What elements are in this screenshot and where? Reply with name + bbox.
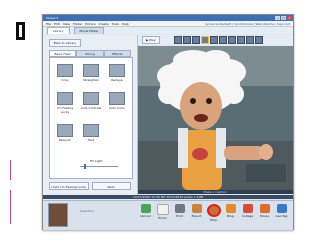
retouch-tool[interactable]: Retouch bbox=[53, 124, 77, 146]
redeye-tool[interactable]: Redeye bbox=[105, 64, 129, 86]
shop-button[interactable]: Shop bbox=[207, 204, 221, 222]
print-button[interactable]: Print bbox=[173, 204, 186, 218]
account-links[interactable]: [email protected] | Synchronize | Web Al… bbox=[205, 22, 290, 26]
undo-button[interactable]: Undo I'm Feeling Lucky bbox=[49, 182, 89, 190]
blog-icon bbox=[225, 204, 236, 213]
filmstrip-thumb[interactable] bbox=[227, 36, 236, 44]
menu-view[interactable]: View bbox=[63, 22, 70, 26]
undo-redo-row: Undo I'm Feeling Lucky Redo bbox=[49, 182, 131, 190]
menu-tools[interactable]: Tools bbox=[112, 22, 119, 26]
tab-effects[interactable]: Effects bbox=[103, 50, 131, 57]
close-icon[interactable]: × bbox=[287, 16, 292, 20]
edit-tabs: Basic Fixes Tuning Effects bbox=[49, 50, 131, 57]
tab-basic-fixes[interactable]: Basic Fixes bbox=[49, 50, 77, 57]
photo-image bbox=[138, 46, 293, 190]
movie-icon bbox=[259, 204, 270, 213]
back-to-library-button[interactable]: Back to Library bbox=[49, 39, 81, 47]
feeling-lucky-icon bbox=[57, 92, 73, 105]
window-title: Picasa 3 bbox=[46, 16, 59, 20]
fill-light-slider[interactable] bbox=[80, 164, 118, 169]
crop-tool[interactable]: Crop bbox=[53, 64, 77, 86]
filmstrip-thumb[interactable] bbox=[182, 36, 191, 44]
accent-line-bottom bbox=[10, 190, 11, 224]
fill-light-label: Fill Light bbox=[90, 159, 103, 163]
tray-thumbnail[interactable] bbox=[48, 203, 68, 227]
redo-button[interactable]: Redo bbox=[91, 182, 131, 190]
text-tool[interactable]: Text bbox=[79, 124, 103, 146]
play-icon: ▶ bbox=[146, 38, 149, 42]
shop-icon bbox=[207, 204, 221, 217]
feeling-lucky-tool[interactable]: I'm Feeling Lucky bbox=[53, 92, 77, 114]
status-bar: 10/15/2009 12:45 PM 3072x2048 pixels 1.1… bbox=[43, 195, 293, 199]
menu-help[interactable]: Help bbox=[122, 22, 129, 26]
edit-panel: Back to Library Basic Fixes Tuning Effec… bbox=[43, 35, 138, 205]
menu-folder[interactable]: Folder bbox=[73, 22, 82, 26]
viewer-toolbar: ▶ Play bbox=[138, 35, 293, 45]
tray-selection-label: Selection bbox=[80, 209, 94, 213]
redeye-icon bbox=[109, 64, 125, 77]
email-icon bbox=[156, 204, 169, 215]
maximize-icon[interactable]: □ bbox=[281, 16, 286, 20]
auto-color-tool[interactable]: Auto Color bbox=[105, 92, 129, 114]
print-icon bbox=[174, 204, 185, 213]
tab-tuning[interactable]: Tuning bbox=[76, 50, 104, 57]
caption-field[interactable]: Make a caption! bbox=[138, 190, 293, 194]
minimize-icon[interactable]: – bbox=[275, 16, 280, 20]
email-button[interactable]: Email bbox=[156, 204, 169, 220]
filmstrip-thumb[interactable] bbox=[245, 36, 254, 44]
menu-picture[interactable]: Picture bbox=[85, 22, 95, 26]
photo-tray: Selection Upload Email Print Export Shop… bbox=[43, 200, 293, 230]
auto-color-icon bbox=[109, 92, 125, 105]
straighten-icon bbox=[83, 64, 99, 77]
basic-fixes-panel: Crop Straighten Redeye I'm Feeling Lucky… bbox=[49, 57, 133, 179]
main-photo[interactable] bbox=[138, 46, 293, 190]
export-icon bbox=[191, 204, 202, 213]
export-button[interactable]: Export bbox=[190, 204, 203, 218]
filmstrip-thumb[interactable] bbox=[236, 36, 245, 44]
collage-icon bbox=[242, 204, 253, 213]
filmstrip-thumb[interactable] bbox=[209, 36, 218, 44]
menu-edit[interactable]: Edit bbox=[54, 22, 60, 26]
filmstrip-thumb[interactable] bbox=[200, 36, 209, 44]
picasa-window: Picasa 3 – □ × File Edit View Folder Pic… bbox=[42, 14, 294, 230]
text-icon bbox=[83, 124, 99, 137]
accent-line-top bbox=[10, 160, 11, 180]
retouch-icon bbox=[57, 124, 73, 137]
geotag-button[interactable]: Geo-Tag bbox=[275, 204, 288, 218]
play-button[interactable]: ▶ Play bbox=[142, 36, 160, 44]
tab-movie-maker[interactable]: Movie Maker bbox=[73, 27, 105, 34]
movie-button[interactable]: Movie bbox=[258, 204, 271, 218]
crop-icon bbox=[57, 64, 73, 77]
tab-library[interactable]: Library bbox=[47, 27, 70, 34]
auto-contrast-tool[interactable]: Auto Contrast bbox=[79, 92, 103, 114]
auto-contrast-icon bbox=[83, 92, 99, 105]
collage-button[interactable]: Collage bbox=[241, 204, 254, 218]
filmstrip-thumb[interactable] bbox=[218, 36, 227, 44]
sidebar-bar bbox=[16, 22, 25, 40]
straighten-tool[interactable]: Straighten bbox=[79, 64, 103, 86]
upload-button[interactable]: Upload bbox=[139, 204, 152, 218]
filmstrip-thumb[interactable] bbox=[173, 36, 182, 44]
blog-button[interactable]: Blog bbox=[224, 204, 237, 218]
view-tabs: Library Movie Maker bbox=[43, 27, 293, 34]
upload-icon bbox=[140, 204, 151, 213]
menu-file[interactable]: File bbox=[46, 22, 51, 26]
slider-knob[interactable] bbox=[84, 164, 86, 169]
menu-create[interactable]: Create bbox=[99, 22, 109, 26]
filmstrip-thumb[interactable] bbox=[191, 36, 200, 44]
geotag-icon bbox=[276, 204, 287, 213]
filmstrip-thumb[interactable] bbox=[254, 36, 263, 44]
filmstrip bbox=[173, 36, 264, 44]
